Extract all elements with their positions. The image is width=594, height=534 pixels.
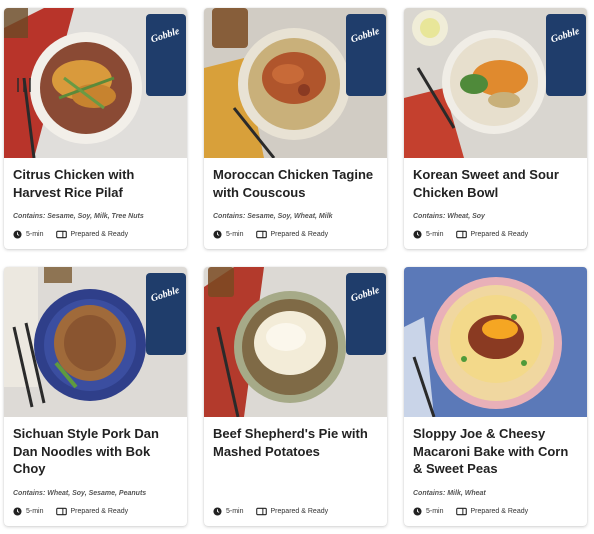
meal-meta: 5-min Prepared & Ready	[213, 230, 383, 239]
clock-icon	[213, 230, 222, 239]
prep-type: Prepared & Ready	[470, 508, 529, 515]
prep-time: 5-min	[226, 508, 244, 515]
meal-photo[interactable]: Gobble	[204, 267, 387, 417]
meal-photo[interactable]: Gobble	[4, 8, 187, 158]
meal-tray-icon	[55, 507, 67, 516]
meal-card[interactable]: Sloppy Joe & Cheesy Macaroni Bake with C…	[404, 267, 587, 526]
meal-card[interactable]: Gobble Beef Shepherd's Pie with Mashed P…	[204, 267, 387, 526]
prep-type: Prepared & Ready	[470, 231, 529, 238]
meal-photo-image	[404, 267, 587, 417]
meal-title[interactable]: Beef Shepherd's Pie with Mashed Potatoes	[213, 425, 381, 460]
clock-icon	[413, 507, 422, 516]
prep-time: 5-min	[26, 231, 44, 238]
allergens: Contains: Wheat, Soy, Sesame, Peanuts	[13, 490, 147, 497]
prep-type: Prepared & Ready	[270, 231, 329, 238]
meal-tray-icon	[55, 230, 67, 239]
clock-icon	[413, 230, 422, 239]
meal-photo-image: Gobble	[4, 8, 187, 158]
meal-card[interactable]: Gobble Korean Sweet and Sour Chicken Bow…	[404, 8, 587, 249]
meal-card[interactable]: Gobble Moroccan Chicken Tagine with Cous…	[204, 8, 387, 249]
prep-time: 5-min	[26, 508, 44, 515]
prep-time: 5-min	[426, 231, 444, 238]
meal-photo[interactable]: Gobble	[404, 8, 587, 158]
clock-icon	[213, 507, 222, 516]
allergens: Contains: Sesame, Soy, Wheat, Milk	[213, 213, 333, 220]
meal-title[interactable]: Citrus Chicken with Harvest Rice Pilaf	[13, 166, 181, 201]
meal-title[interactable]: Sichuan Style Pork Dan Dan Noodles with …	[13, 425, 181, 478]
meal-tray-icon	[255, 507, 267, 516]
meal-meta: 5-min Prepared & Ready	[413, 507, 583, 516]
meal-tray-icon	[255, 230, 267, 239]
meal-photo[interactable]: Gobble	[4, 267, 187, 417]
meal-photo-image: Gobble	[204, 267, 387, 417]
meal-tray-icon	[455, 507, 467, 516]
allergens: Contains: Milk, Wheat	[413, 490, 486, 497]
meal-meta: 5-min Prepared & Ready	[13, 507, 183, 516]
meal-meta: 5-min Prepared & Ready	[213, 507, 383, 516]
meal-photo-image: Gobble	[4, 267, 187, 417]
meal-photo-image: Gobble	[204, 8, 387, 158]
meal-meta: 5-min Prepared & Ready	[413, 230, 583, 239]
meal-card[interactable]: Gobble Citrus Chicken with Harvest Rice …	[4, 8, 187, 249]
meal-title[interactable]: Moroccan Chicken Tagine with Couscous	[213, 166, 381, 201]
meal-tray-icon	[455, 230, 467, 239]
prep-time: 5-min	[226, 231, 244, 238]
allergens: Contains: Sesame, Soy, Milk, Tree Nuts	[13, 213, 144, 220]
meal-card[interactable]: Gobble Sichuan Style Pork Dan Dan Noodle…	[4, 267, 187, 526]
meal-meta: 5-min Prepared & Ready	[13, 230, 183, 239]
prep-type: Prepared & Ready	[270, 508, 329, 515]
prep-time: 5-min	[426, 508, 444, 515]
meal-title[interactable]: Korean Sweet and Sour Chicken Bowl	[413, 166, 581, 201]
prep-type: Prepared & Ready	[70, 231, 129, 238]
meal-photo[interactable]: Gobble	[204, 8, 387, 158]
clock-icon	[13, 230, 22, 239]
meal-photo-image: Gobble	[404, 8, 587, 158]
clock-icon	[13, 507, 22, 516]
prep-type: Prepared & Ready	[70, 508, 129, 515]
meal-title[interactable]: Sloppy Joe & Cheesy Macaroni Bake with C…	[413, 425, 581, 478]
allergens: Contains: Wheat, Soy	[413, 213, 485, 220]
meal-photo[interactable]	[404, 267, 587, 417]
